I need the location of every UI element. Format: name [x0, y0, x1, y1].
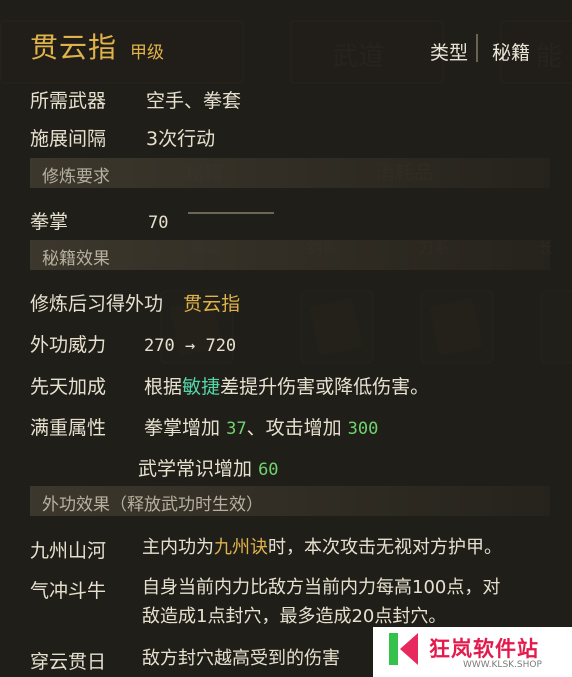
skill-effect-name: 气冲斗牛 [30, 580, 107, 602]
skill-effect-suffix: 时，本次攻击无视对方护甲。 [268, 537, 502, 558]
innate-attribute: 敏捷 [182, 376, 221, 398]
full-attr-sep: 、攻击增加 [246, 417, 342, 439]
skill-effect-desc: 主内功为九州诀时，本次攻击无视对方护甲。 [142, 533, 562, 562]
skill-effect-line: 自身当前内力比敌方当前内力每高100点，对 [142, 577, 501, 598]
power-row: 外功威力 270 → 720 [30, 330, 236, 357]
skill-effect-name: 穿云贯日 [30, 651, 107, 673]
full-attr-c-value: 60 [258, 460, 279, 480]
power-value: 270 → 720 [144, 336, 237, 356]
skill-effect-highlight: 九州诀 [214, 537, 268, 558]
weapon-row: 所需武器 空手、拳套 [30, 86, 241, 113]
site-logo-icon [389, 633, 421, 665]
skill-effect-item: 九州山河 [30, 536, 106, 563]
learn-value: 贯云指 [183, 293, 241, 315]
innate-suffix: 差提升伤害或降低伤害。 [220, 376, 430, 398]
learn-label: 修炼后习得外功 [30, 293, 164, 315]
section-skill-effects-title: 外功效果（释放武功时生效） [42, 495, 263, 515]
full-attr-a: 拳掌增加 [144, 417, 221, 439]
interval-value: 3次行动 [146, 128, 216, 150]
type-value: 秘籍 [492, 42, 531, 64]
skill-effect-prefix: 主内功为 [142, 537, 214, 558]
section-skill-effects: 外功效果（释放武功时生效） [30, 486, 550, 516]
interval-label: 施展间隔 [30, 128, 107, 150]
weapon-label: 所需武器 [30, 90, 107, 112]
skill-requirement-label: 拳掌 [30, 211, 69, 233]
watermark-badge: 狂岚软件站 WWW.KLSK.SHOP [373, 627, 572, 677]
innate-prefix: 根据 [144, 376, 183, 398]
innate-row: 先天加成 根据敏捷差提升伤害或降低伤害。 [30, 372, 429, 399]
full-attr-b-value: 300 [347, 419, 379, 439]
innate-label: 先天加成 [30, 376, 107, 398]
section-effects: 秘籍效果 [30, 240, 550, 270]
type-label: 类型 [430, 42, 469, 64]
type-divider [476, 34, 478, 62]
watermark-url: WWW.KLSK.SHOP [463, 660, 542, 670]
section-requirements: 修炼要求 [30, 158, 550, 188]
full-attr-row: 满重属性 拳掌增加 37、攻击增加 300 [30, 413, 378, 440]
full-attr-row-2: 武学常识增加 60 [138, 454, 279, 481]
interval-row: 施展间隔 3次行动 [30, 124, 215, 151]
section-effects-title: 秘籍效果 [42, 249, 110, 269]
full-attr-c: 武学常识增加 [138, 458, 253, 480]
skill-effect-desc: 自身当前内力比敌方当前内力每高100点，对 敌造成1点封穴，最多造成20点封穴。 [142, 573, 562, 631]
section-requirements-title: 修炼要求 [42, 167, 110, 187]
item-grade: 甲级 [130, 43, 164, 63]
full-attr-label: 满重属性 [30, 417, 107, 439]
item-title: 贯云指 [30, 31, 118, 64]
item-tooltip: 贯云指 甲级 类型 秘籍 所需武器 空手、拳套 施展间隔 3次行动 修炼要求 拳… [0, 0, 572, 677]
requirement-progress-line [188, 212, 274, 214]
watermark-name: 狂岚软件站 [429, 637, 539, 661]
power-label: 外功威力 [30, 334, 107, 356]
skill-effect-name: 九州山河 [30, 540, 107, 562]
skill-effect-item: 穿云贯日 [30, 647, 106, 674]
skill-effect-item: 气冲斗牛 [30, 576, 106, 603]
weapon-value: 空手、拳套 [146, 90, 242, 112]
full-attr-a-value: 37 [226, 419, 247, 439]
skill-requirement-value: 70 [148, 213, 169, 233]
skill-requirement-row: 拳掌 70 [30, 207, 169, 234]
learn-row: 修炼后习得外功 贯云指 [30, 289, 240, 316]
